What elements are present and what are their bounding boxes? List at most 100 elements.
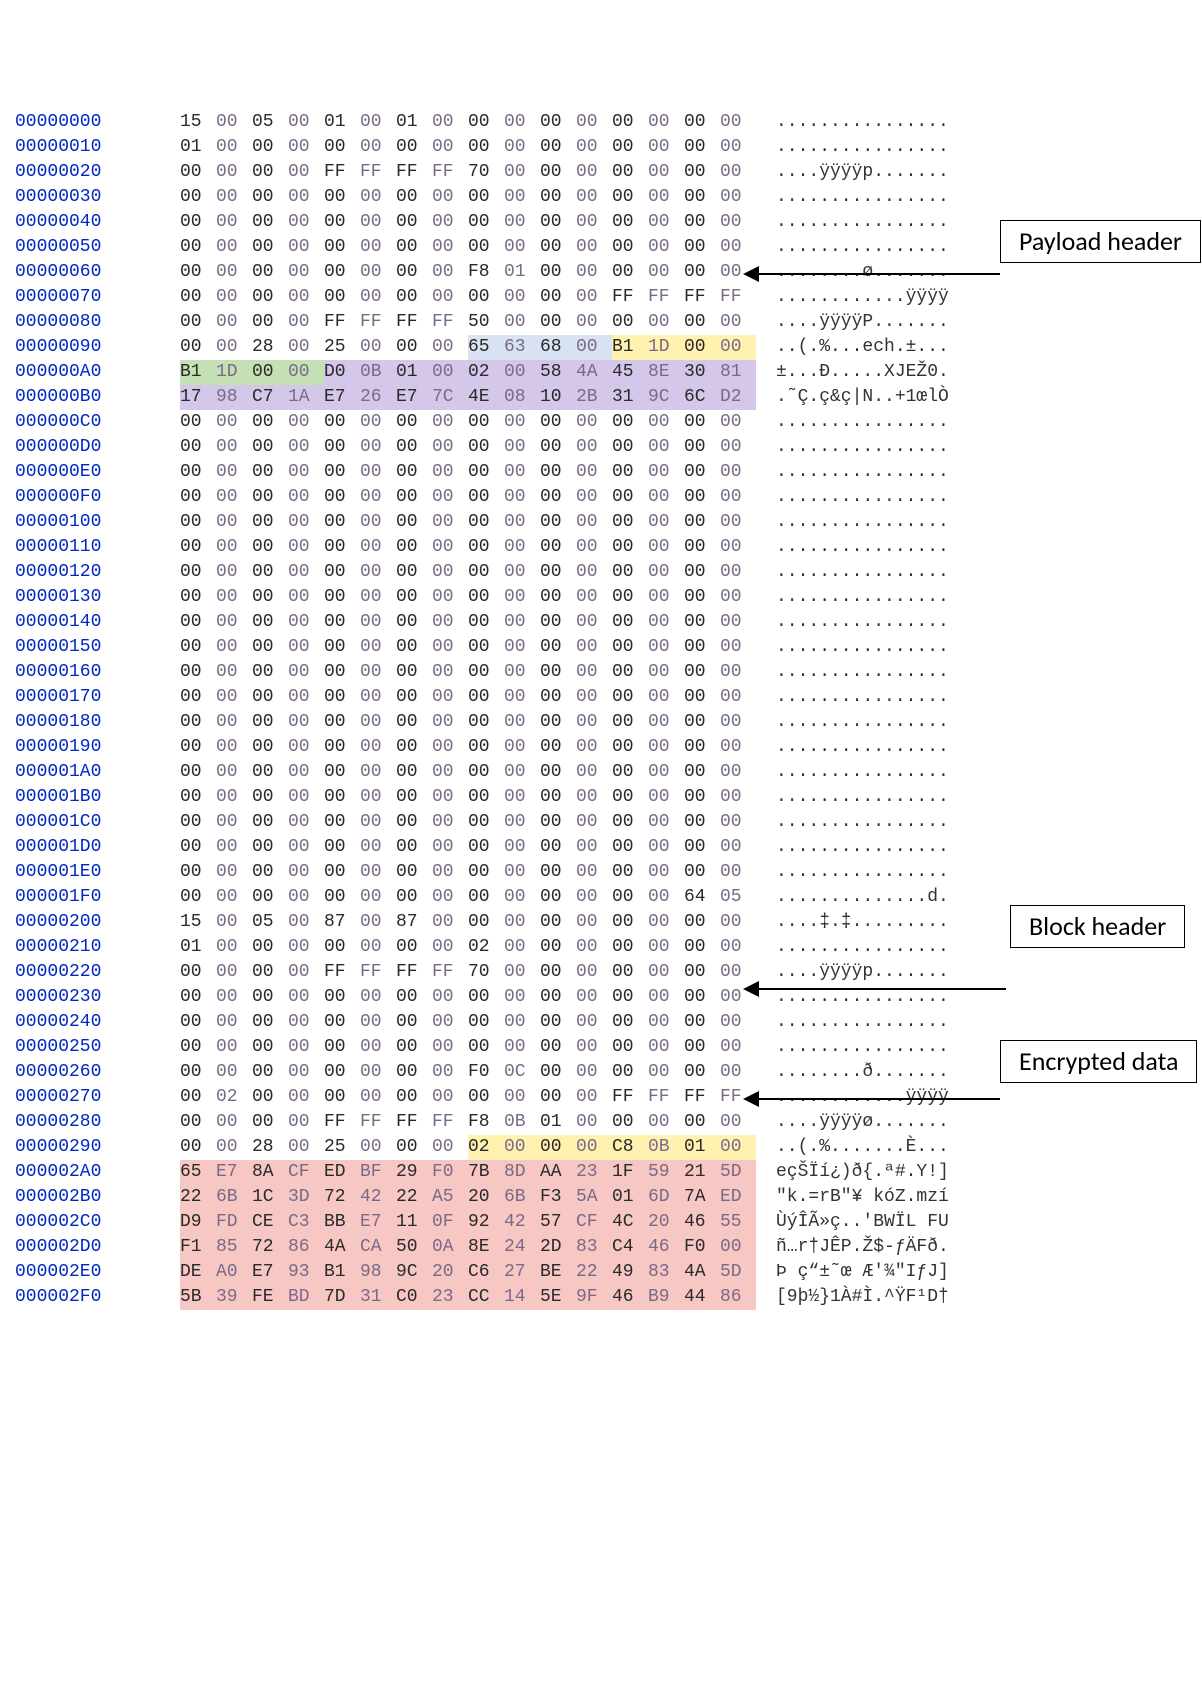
hex-byte: 00 <box>504 685 540 710</box>
ascii: ................ <box>776 435 949 460</box>
hex-byte: 00 <box>288 1060 324 1085</box>
hex-byte: 00 <box>360 985 396 1010</box>
hex-byte: 31 <box>612 385 648 410</box>
hex-byte: 00 <box>504 860 540 885</box>
hex-row: 0000023000000000000000000000000000000000… <box>15 985 1202 1010</box>
hex-byte: 02 <box>468 1135 504 1160</box>
ascii: ....‡.‡......... <box>776 910 949 935</box>
hex-byte: 00 <box>252 935 288 960</box>
hex-byte: 00 <box>252 885 288 910</box>
hex-byte: 00 <box>180 985 216 1010</box>
hex-byte: 01 <box>396 360 432 385</box>
hex-byte: 00 <box>180 1010 216 1035</box>
hex-byte: 05 <box>720 885 756 910</box>
hex-byte: 00 <box>504 610 540 635</box>
hex-bytes: 000028002500000065636800B11D0000 <box>180 335 756 360</box>
hex-byte: 24 <box>504 1235 540 1260</box>
hex-byte: 00 <box>684 110 720 135</box>
hex-byte: FF <box>324 1110 360 1135</box>
hex-byte: 0F <box>432 1210 468 1235</box>
hex-byte: 81 <box>720 360 756 385</box>
hex-byte: 00 <box>180 960 216 985</box>
hex-byte: 00 <box>324 685 360 710</box>
hex-byte: 00 <box>720 185 756 210</box>
hex-byte: 00 <box>288 960 324 985</box>
hex-byte: 00 <box>288 660 324 685</box>
hex-row: 00000090000028002500000065636800B11D0000… <box>15 335 1202 360</box>
hex-byte: 00 <box>396 735 432 760</box>
hex-row: 0000008000000000FFFFFFFF5000000000000000… <box>15 310 1202 335</box>
hex-byte: 00 <box>432 1085 468 1110</box>
hex-bytes: 00000000000000000000000000000000 <box>180 810 756 835</box>
offset: 00000040 <box>15 210 180 235</box>
hex-byte: 05 <box>252 110 288 135</box>
hex-byte: F3 <box>540 1185 576 1210</box>
hex-byte: 00 <box>360 135 396 160</box>
hex-byte: 00 <box>540 735 576 760</box>
hex-byte: 00 <box>288 635 324 660</box>
hex-byte: 00 <box>612 1010 648 1035</box>
hex-byte: 00 <box>720 585 756 610</box>
hex-byte: 00 <box>288 235 324 260</box>
hex-byte: 00 <box>360 1035 396 1060</box>
hex-byte: 00 <box>288 760 324 785</box>
hex-byte: 00 <box>432 710 468 735</box>
hex-byte: 00 <box>216 960 252 985</box>
hex-byte: 00 <box>648 185 684 210</box>
hex-bytes: 00000000000000000000000000000000 <box>180 635 756 660</box>
hex-byte: 28 <box>252 1135 288 1160</box>
hex-row: 0000002000000000FFFFFFFF7000000000000000… <box>15 160 1202 185</box>
hex-byte: 00 <box>540 135 576 160</box>
hex-byte: FF <box>684 285 720 310</box>
hex-byte: 00 <box>684 660 720 685</box>
hex-byte: 00 <box>216 510 252 535</box>
hex-row: 0000018000000000000000000000000000000000… <box>15 710 1202 735</box>
hex-byte: FF <box>396 160 432 185</box>
hex-byte: 00 <box>288 285 324 310</box>
hex-byte: 4C <box>612 1210 648 1235</box>
hex-byte: 00 <box>576 535 612 560</box>
hex-byte: 00 <box>720 1110 756 1135</box>
hex-byte: BD <box>288 1285 324 1310</box>
offset: 00000130 <box>15 585 180 610</box>
hex-byte: 00 <box>504 785 540 810</box>
hex-byte: 00 <box>576 1085 612 1110</box>
hex-byte: 00 <box>576 635 612 660</box>
hex-byte: 00 <box>432 110 468 135</box>
hex-byte: 1F <box>612 1160 648 1185</box>
hex-byte: 00 <box>288 510 324 535</box>
hex-byte: 00 <box>396 685 432 710</box>
hex-row: 00000290000028002500000002000000C80B0100… <box>15 1135 1202 1160</box>
hex-byte: 00 <box>648 1035 684 1060</box>
hex-row: 0000028000000000FFFFFFFFF80B010000000000… <box>15 1110 1202 1135</box>
hex-byte: 00 <box>288 435 324 460</box>
hex-byte: 21 <box>684 1160 720 1185</box>
ascii: ................ <box>776 235 949 260</box>
hex-byte: 6C <box>684 385 720 410</box>
hex-byte: 00 <box>576 735 612 760</box>
hex-byte: 7D <box>324 1285 360 1310</box>
hex-bytes: 00000000FFFFFFFF5000000000000000 <box>180 310 756 335</box>
hex-row: 0000016000000000000000000000000000000000… <box>15 660 1202 685</box>
hex-byte: 00 <box>468 460 504 485</box>
hex-byte: 00 <box>432 910 468 935</box>
hex-byte: 5D <box>720 1260 756 1285</box>
offset: 000001F0 <box>15 885 180 910</box>
hex-byte: 00 <box>468 735 504 760</box>
hex-byte: 00 <box>540 210 576 235</box>
offset: 000001B0 <box>15 785 180 810</box>
hex-byte: 6B <box>216 1185 252 1210</box>
ascii: ................ <box>776 785 949 810</box>
hex-byte: 00 <box>612 585 648 610</box>
hex-byte: 0A <box>432 1235 468 1260</box>
hex-byte: 20 <box>648 1210 684 1235</box>
hex-byte: 00 <box>648 610 684 635</box>
hex-byte: 00 <box>324 610 360 635</box>
hex-byte: 00 <box>216 135 252 160</box>
hex-byte: E7 <box>396 385 432 410</box>
ascii: eçŠÏí¿)ð{.ª#.Y!] <box>776 1160 949 1185</box>
hex-byte: E7 <box>216 1160 252 1185</box>
hex-byte: 00 <box>684 135 720 160</box>
hex-byte: D2 <box>720 385 756 410</box>
hex-byte: 00 <box>720 935 756 960</box>
